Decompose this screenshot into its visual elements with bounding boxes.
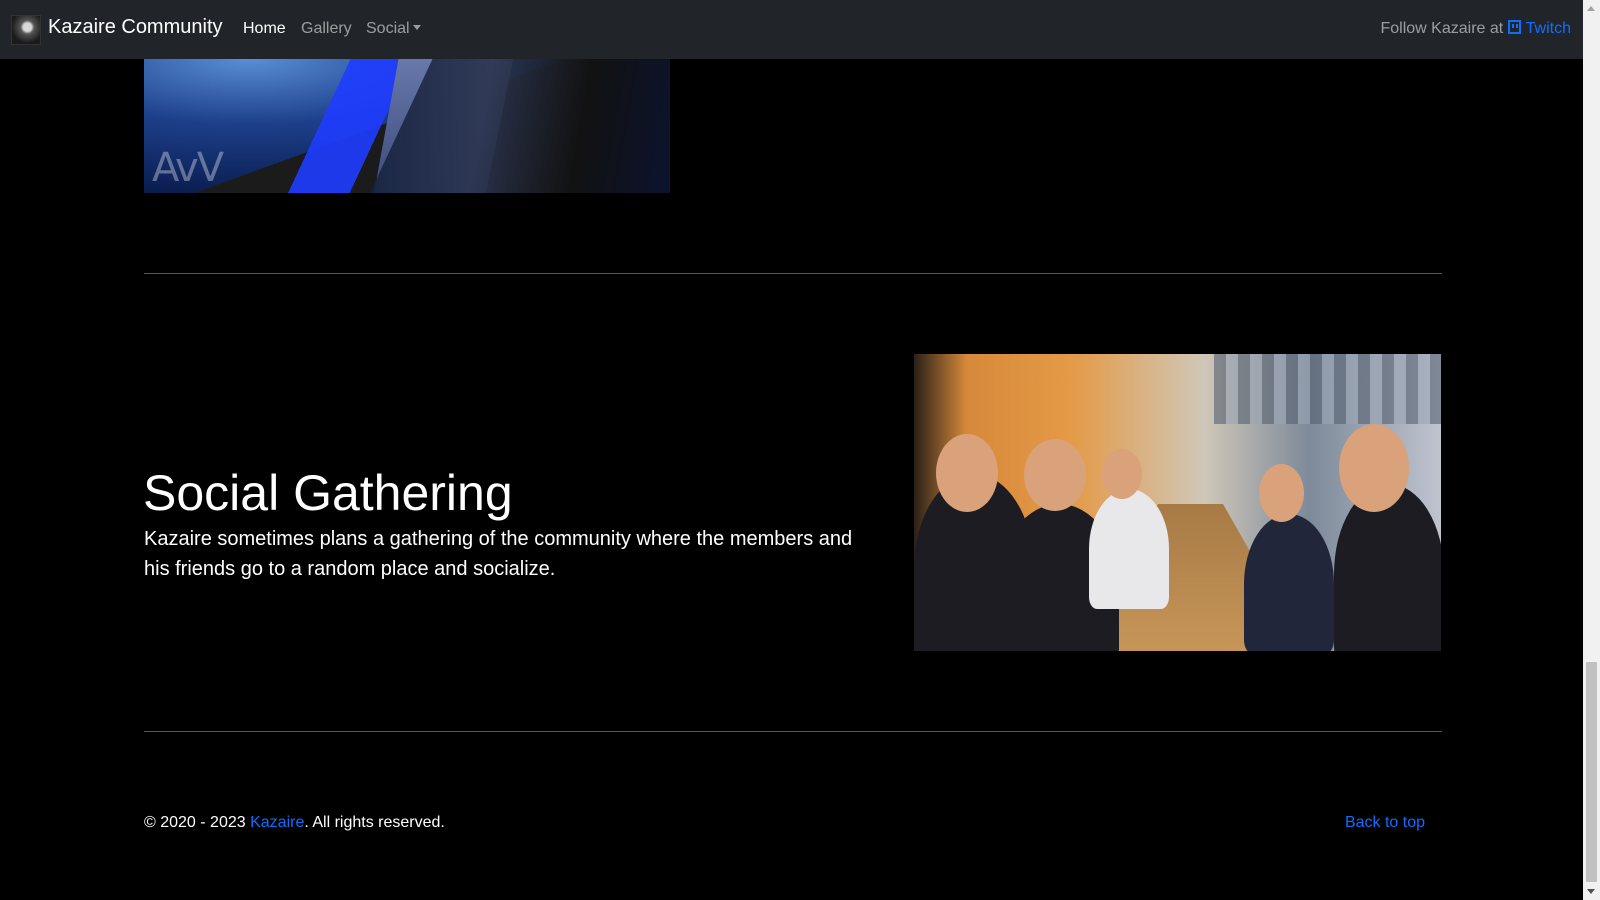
back-to-top-link[interactable]: Back to top <box>1345 814 1425 832</box>
photo-watermark: AvV <box>152 145 224 191</box>
vertical-scrollbar[interactable] <box>1583 0 1600 900</box>
footer-owner-link[interactable]: Kazaire <box>250 814 304 831</box>
social-gathering-text: Kazaire sometimes plans a gathering of t… <box>144 528 853 580</box>
section-divider <box>144 273 1442 274</box>
nav-gallery[interactable]: Gallery <box>301 20 352 38</box>
footer-copyright: © 2020 - 2023 Kazaire. All rights reserv… <box>144 814 445 831</box>
nav-home[interactable]: Home <box>243 20 286 38</box>
brand-link[interactable]: Kazaire Community <box>48 16 223 39</box>
scrollbar-thumb[interactable] <box>1586 662 1597 882</box>
page: AvV Social Gathering Kazaire sometimes p… <box>0 0 1583 900</box>
brand-logo[interactable] <box>11 15 41 45</box>
social-gathering-heading: Social Gathering <box>143 465 513 521</box>
caret-down-icon <box>412 25 421 30</box>
social-gathering-photo <box>914 354 1441 651</box>
nav-social-dropdown[interactable]: Social <box>366 20 421 38</box>
twitch-icon <box>1507 20 1521 34</box>
follow-text: Follow Kazaire at Twitch <box>1380 20 1571 37</box>
navbar: Kazaire Community Home Gallery Social Fo… <box>0 0 1583 59</box>
twitch-link[interactable]: Twitch <box>1507 20 1571 37</box>
scroll-up-arrow-icon[interactable] <box>1587 6 1595 11</box>
scroll-down-arrow-icon[interactable] <box>1587 889 1595 894</box>
section-divider <box>144 731 1442 732</box>
